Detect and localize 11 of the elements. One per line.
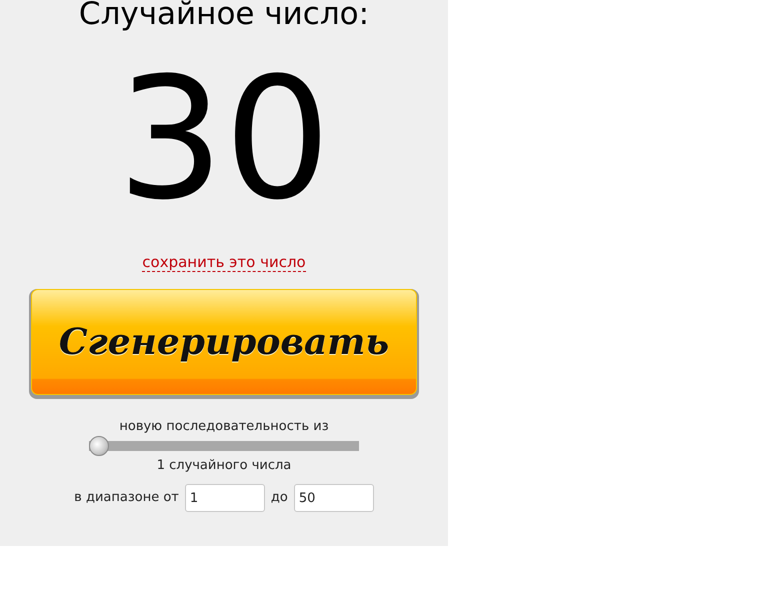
count-label: 1 случайного числа bbox=[156, 458, 292, 474]
generate-button[interactable]: Сгенерировать bbox=[31, 289, 417, 395]
range-from-label: в диапазоне от bbox=[74, 489, 179, 508]
random-number: 30 bbox=[117, 54, 331, 224]
range-to-field[interactable]: 50 bbox=[294, 484, 374, 512]
sequence-label: новую последовательность из bbox=[119, 419, 329, 435]
slider-thumb[interactable] bbox=[89, 436, 109, 456]
result-heading: Случайное число: bbox=[78, 0, 370, 32]
save-number-link[interactable]: сохранить это число bbox=[142, 253, 306, 272]
range-to-label: до bbox=[270, 489, 288, 508]
range-from-field[interactable]: 1 bbox=[184, 484, 265, 512]
